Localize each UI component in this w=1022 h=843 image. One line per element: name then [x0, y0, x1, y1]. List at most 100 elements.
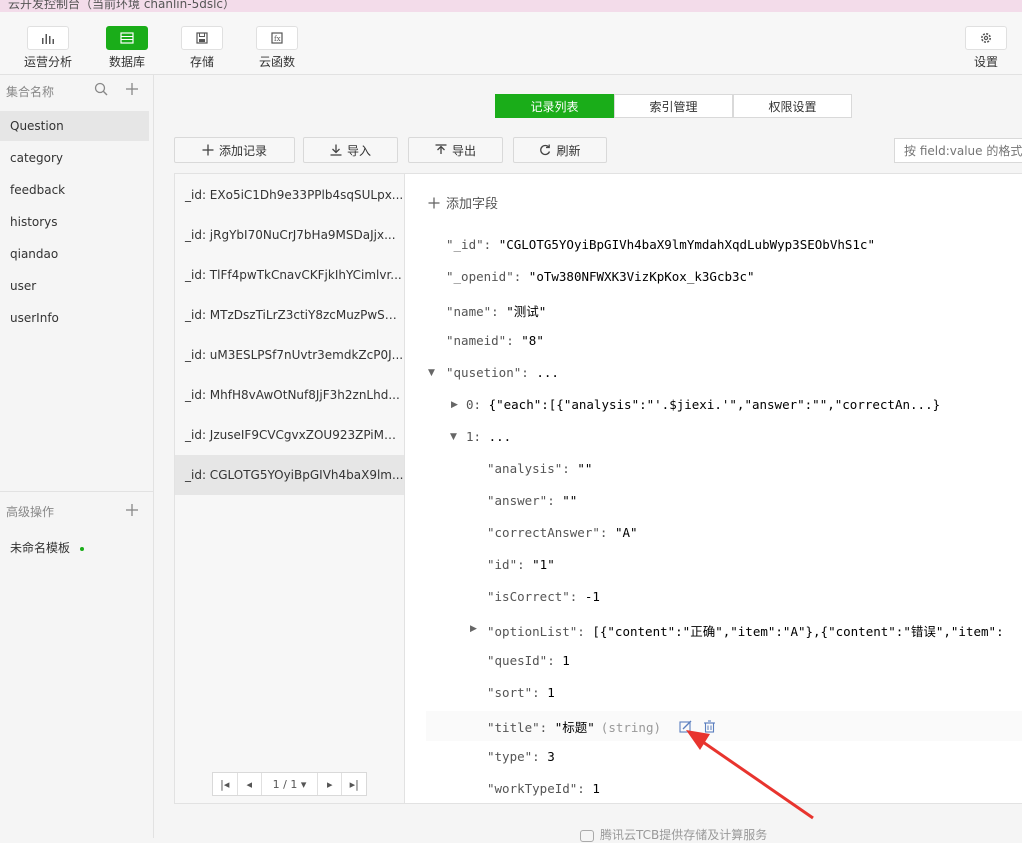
field-key: "id": [487, 557, 533, 572]
field-key: "qusetion": [446, 365, 537, 380]
bar-chart-icon [27, 26, 69, 50]
collections-sidebar: 集合名称 Question category feedback historys… [0, 75, 154, 838]
field-key: 0: [466, 397, 489, 412]
expanded-caret-icon[interactable]: ▼ [428, 368, 435, 378]
template-item[interactable]: 未命名模板 [10, 539, 84, 556]
add-template-icon[interactable] [125, 503, 139, 520]
record-list: _id: EXo5iC1Dh9e33PPlb4sqSULpx... _id: j… [174, 173, 405, 804]
field-value: "" [577, 461, 593, 476]
field-key: "analysis": [487, 461, 578, 476]
export-button[interactable]: 导出 [408, 137, 503, 163]
page-select[interactable]: 1 / 1 ▾ [262, 773, 318, 795]
pagination: |◂ ◂ 1 / 1 ▾ ▸ ▸| [212, 772, 367, 796]
field-value: "oTw380NFWXK3VizKpKox_k3Gcb3c" [528, 269, 755, 284]
collection-item-feedback[interactable]: feedback [0, 175, 149, 205]
add-collection-icon[interactable] [125, 82, 139, 99]
field-key: "nameid": [446, 333, 522, 348]
field-value: {"each":[{"analysis":"'.$jiexi.'","answe… [488, 397, 941, 412]
field-row[interactable]: "type": 3 [487, 749, 555, 764]
refresh-label: 刷新 [556, 143, 581, 158]
field-row[interactable]: "_openid": "oTw380NFWXK3VizKpKox_k3Gcb3c… [446, 269, 755, 284]
field-row[interactable]: "optionList": [{"content":"正确","item":"A… [487, 621, 1004, 640]
gear-icon [965, 26, 1007, 50]
svg-text:fx: fx [274, 35, 281, 43]
add-record-button[interactable]: 添加记录 [174, 137, 295, 163]
status-dot [79, 546, 84, 551]
field-row[interactable]: "nameid": "8" [446, 333, 544, 348]
field-type: (string) [600, 720, 662, 735]
field-row[interactable]: "sort": 1 [487, 685, 555, 700]
window-title: 云开发控制台（当前环境 chanlin-5dslc） [8, 0, 236, 11]
expanded-caret-icon[interactable]: ▼ [450, 432, 457, 442]
field-value: "" [562, 493, 578, 508]
field-key: "sort": [487, 685, 548, 700]
next-page-icon[interactable]: ▸ [318, 773, 343, 795]
list-item[interactable]: _id: EXo5iC1Dh9e33PPlb4sqSULpx... [175, 175, 404, 215]
last-page-icon[interactable]: ▸| [342, 773, 366, 795]
field-row[interactable]: 0: {"each":[{"analysis":"'.$jiexi.'","an… [466, 397, 940, 412]
field-row[interactable]: "quesId": 1 [487, 653, 570, 668]
toolbar-cloud-function[interactable]: fx 云函数 [247, 26, 307, 70]
field-value: [{"content":"正确","item":"A"},{"content":… [592, 624, 1004, 639]
download-icon [330, 144, 342, 156]
field-key: "quesId": [487, 653, 563, 668]
refresh-button[interactable]: 刷新 [513, 137, 607, 163]
list-item[interactable]: _id: jRgYbI70NuCrJ7bHa9MSDaJjx... [175, 215, 404, 255]
toolbar-analytics[interactable]: 运营分析 [18, 26, 78, 70]
list-item[interactable]: _id: CGLOTG5YOyiBpGIVh4baX9lm... [175, 455, 404, 495]
field-key: "workTypeId": [487, 781, 593, 796]
tab-index-management[interactable]: 索引管理 [614, 94, 733, 118]
field-row[interactable]: "correctAnswer": "A" [487, 525, 638, 540]
field-row[interactable]: 1: ... [466, 429, 511, 444]
footer-notice: 腾讯云TCB提供存储及计算服务 [580, 826, 767, 843]
list-item[interactable]: _id: MTzDszTiLrZ3ctiY8zcMuzPwSU... [175, 295, 404, 335]
search-icon[interactable] [94, 82, 108, 99]
collection-item-user[interactable]: user [0, 271, 149, 301]
collection-item-question[interactable]: Question [0, 111, 149, 141]
tab-permission-settings[interactable]: 权限设置 [733, 94, 852, 118]
prev-page-icon[interactable]: ◂ [238, 773, 263, 795]
template-name: 未命名模板 [10, 541, 71, 555]
toolbar-analytics-label: 运营分析 [23, 55, 72, 69]
tab-record-list[interactable]: 记录列表 [495, 94, 614, 118]
field-row[interactable]: "isCorrect": -1 [487, 589, 600, 604]
field-value: "标题" [554, 720, 595, 735]
list-item[interactable]: _id: TlFf4pwTkCnavCKFjkIhYCimlvr... [175, 255, 404, 295]
top-toolbar: 运营分析 数据库 存储 fx 云函数 设置 [0, 12, 1022, 75]
collection-item-userinfo[interactable]: userInfo [0, 303, 149, 333]
list-item[interactable]: _id: JzuseIF9CVCgvxZOU923ZPiMD... [175, 415, 404, 455]
field-row[interactable]: "analysis": "" [487, 461, 592, 476]
record-detail [405, 173, 1022, 804]
field-key: "isCorrect": [487, 589, 585, 604]
field-row[interactable]: "qusetion": ... [446, 365, 559, 380]
add-field-button[interactable]: 添加字段 [428, 193, 498, 212]
annotation-arrow-icon [686, 730, 814, 820]
collection-item-qiandao[interactable]: qiandao [0, 239, 149, 269]
field-row-title[interactable]: "title": "标题" (string) [487, 717, 661, 736]
field-key: "_id": [446, 237, 499, 252]
footer-text: 腾讯云TCB提供存储及计算服务 [600, 828, 768, 842]
list-item[interactable]: _id: uM3ESLPSf7nUvtr3emdkZcP0J... [175, 335, 404, 375]
save-disk-icon [181, 26, 223, 50]
import-button[interactable]: 导入 [303, 137, 398, 163]
toolbar-storage[interactable]: 存储 [172, 26, 232, 70]
filter-input[interactable] [894, 138, 1022, 163]
tab-bar: 记录列表 索引管理 权限设置 [495, 94, 852, 118]
collapsed-caret-icon[interactable]: ▶ [451, 400, 458, 410]
collection-item-historys[interactable]: historys [0, 207, 149, 237]
field-value: 1 [562, 653, 570, 668]
field-row[interactable]: "_id": "CGLOTG5YOyiBpGIVh4baX9lmYmdahXqd… [446, 237, 875, 252]
first-page-icon[interactable]: |◂ [213, 773, 238, 795]
field-key: 1: [466, 429, 489, 444]
list-item[interactable]: _id: MhfH8vAwOtNuf8JjF3h2znLhd... [175, 375, 404, 415]
field-row[interactable]: "name": "测试" [446, 301, 546, 320]
function-icon: fx [256, 26, 298, 50]
field-row[interactable]: "id": "1" [487, 557, 555, 572]
collapsed-caret-icon[interactable]: ▶ [470, 624, 477, 634]
collection-item-category[interactable]: category [0, 143, 149, 173]
field-value: 1 [547, 685, 555, 700]
field-row[interactable]: "workTypeId": 1 [487, 781, 600, 796]
toolbar-database[interactable]: 数据库 [97, 26, 157, 70]
field-row[interactable]: "answer": "" [487, 493, 577, 508]
toolbar-settings[interactable]: 设置 [956, 26, 1016, 70]
